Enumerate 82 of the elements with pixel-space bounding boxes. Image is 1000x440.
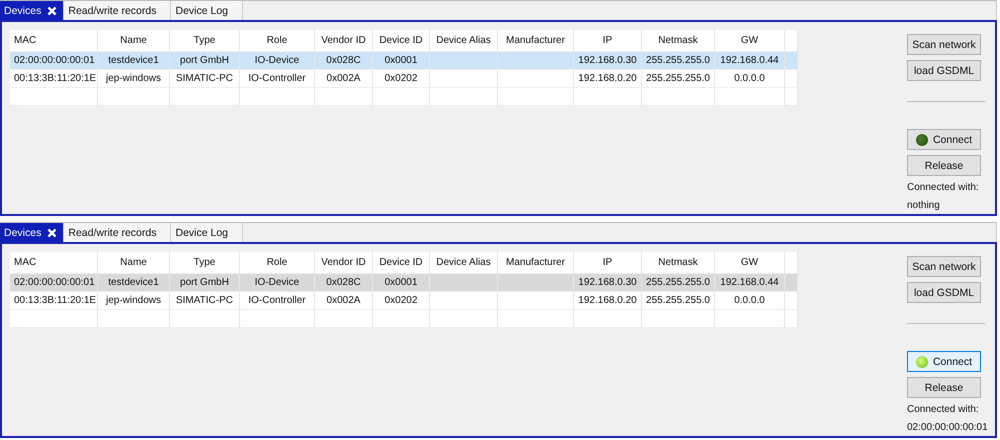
empty-cell [315,310,373,328]
table-cell: 192.168.0.20 [574,292,642,310]
table-cell: 02:00:00:00:00:01 [10,52,98,70]
table-cell: IO-Device [240,274,315,292]
table-row[interactable]: 00:13:3B:11:20:1E jep-windows SIMATIC-PC IO-Controller 0x002A 0x0202 192.168.0.20 255.255.255.0 0.0.0.0 [10,292,798,310]
table-cell: 0x0202 [373,292,430,310]
table-cell: IO-Controller [240,292,315,310]
empty-cell [170,88,240,106]
connection-value: 02:00:00:00:00:01 [907,421,988,434]
empty-cell [574,310,642,328]
tab[interactable]: Devices [0,1,64,20]
table-cell: IO-Device [240,52,315,70]
empty-cell [430,292,498,310]
table-cell: 255.255.255.0 [642,274,715,292]
table-cell: 0x0001 [373,52,430,70]
table-cell: 00:13:3B:11:20:1E [10,70,98,88]
empty-cell [785,310,798,328]
table-cell: 00:13:3B:11:20:1E [10,292,98,310]
table-cell: 192.168.0.44 [715,274,785,292]
empty-cell [785,52,798,70]
empty-cell [715,310,785,328]
table-cell: jep-windows [98,292,170,310]
load-gsdml-button[interactable]: load GSDML [907,282,981,303]
tab[interactable]: Devices [0,223,64,242]
empty-cell [785,70,798,88]
table-row[interactable]: 02:00:00:00:00:01 testdevice1 port GmbH IO-Device 0x028C 0x0001 192.168.0.30 255.255.255.0 192.168.0.44 [10,274,798,292]
table-cell: port GmbH [170,274,240,292]
empty-cell [574,88,642,106]
empty-cell [785,88,798,106]
empty-cell [98,310,170,328]
empty-cell [430,70,498,88]
empty-cell [785,292,798,310]
tab[interactable]: Read/write records [64,1,172,20]
table-cell: 192.168.0.30 [574,274,642,292]
connection-label: Connected with: [907,181,979,194]
table-cell: 192.168.0.30 [574,52,642,70]
table-cell: IO-Controller [240,70,315,88]
tab[interactable]: Read/write records [64,223,172,242]
table-cell: 0.0.0.0 [715,70,785,88]
connection-label: Connected with: [907,403,979,416]
empty-cell [430,88,498,106]
scan-network-button[interactable]: Scan network [907,256,981,277]
table-cell: 255.255.255.0 [642,52,715,70]
table-cell: port GmbH [170,52,240,70]
release-button[interactable]: Release [907,377,981,398]
table-cell: 0x028C [315,274,373,292]
empty-cell [373,88,430,106]
close-icon[interactable] [47,228,58,238]
load-gsdml-button[interactable]: load GSDML [907,60,981,81]
table-cell: 0x002A [315,70,373,88]
table-cell: SIMATIC-PC [170,292,240,310]
table-cell: testdevice1 [98,52,170,70]
tab[interactable]: Device Log [171,223,244,242]
tab[interactable]: Device Log [171,1,244,20]
empty-cell [715,88,785,106]
table-row[interactable]: 02:00:00:00:00:01 testdevice1 port GmbH IO-Device 0x028C 0x0001 192.168.0.30 255.255.255.0 192.168.0.44 [10,52,798,70]
table-row[interactable]: 00:13:3B:11:20:1E jep-windows SIMATIC-PC IO-Controller 0x002A 0x0202 192.168.0.20 255.255.255.0 0.0.0.0 [10,70,798,88]
scan-network-button[interactable]: Scan network [907,34,981,55]
table-cell: testdevice1 [98,274,170,292]
table-cell: 255.255.255.0 [642,70,715,88]
connection-value: nothing [907,199,940,212]
table-cell: 0x0001 [373,274,430,292]
table-cell: SIMATIC-PC [170,70,240,88]
connect-button[interactable]: Connect [907,129,981,150]
table-cell: 255.255.255.0 [642,292,715,310]
empty-cell [170,310,240,328]
table-cell: 0x0202 [373,70,430,88]
empty-cell [430,310,498,328]
close-icon[interactable] [47,6,58,16]
empty-cell [315,88,373,106]
empty-cell [98,88,170,106]
release-button[interactable]: Release [907,155,981,176]
empty-cell [785,274,798,292]
connect-button[interactable]: Connect [907,351,981,372]
table-cell: 02:00:00:00:00:01 [10,274,98,292]
table-cell: 192.168.0.44 [715,52,785,70]
empty-cell [373,310,430,328]
table-cell: 0x002A [315,292,373,310]
table-cell: 0.0.0.0 [715,292,785,310]
table-cell: jep-windows [98,70,170,88]
table-cell: 192.168.0.20 [574,70,642,88]
table-cell: 0x028C [315,52,373,70]
